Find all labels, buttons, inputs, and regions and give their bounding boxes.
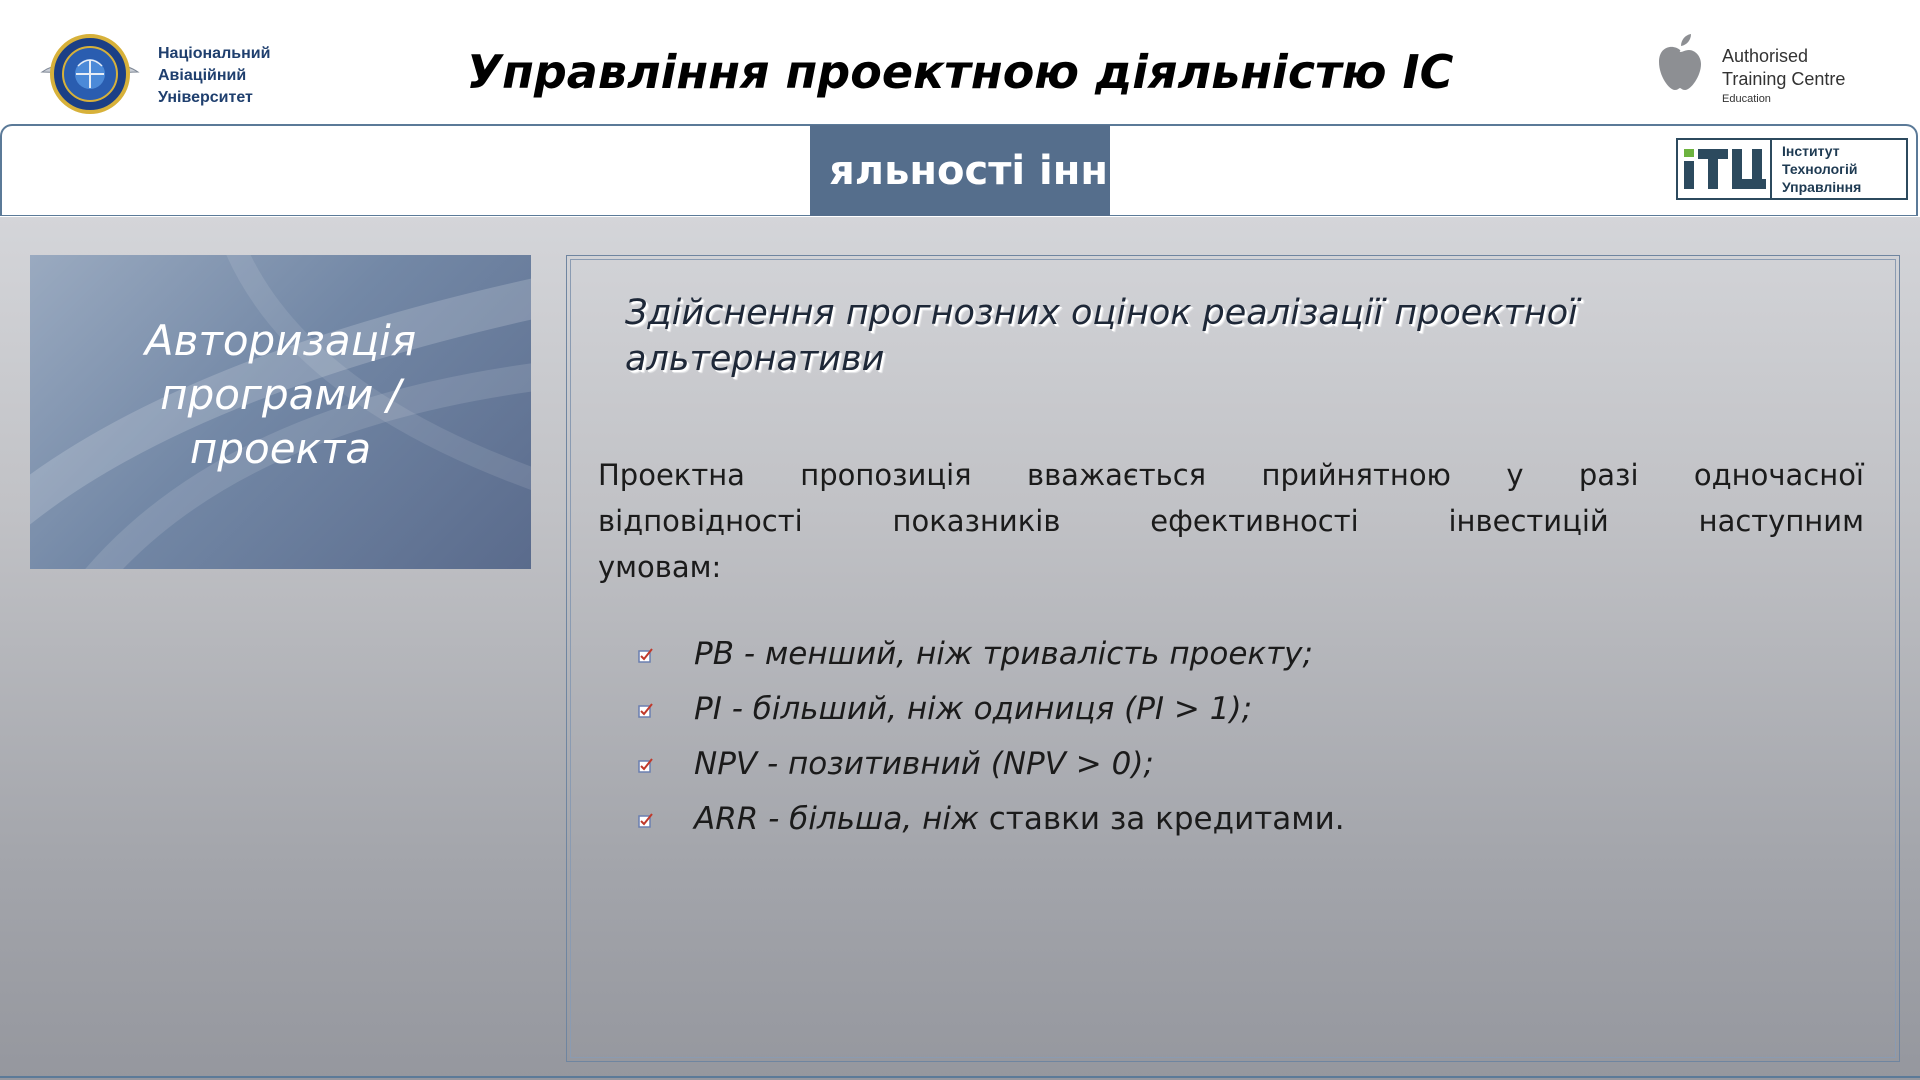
page-title: Управління проектною діяльністю ІС xyxy=(466,45,1454,99)
criterion-text: NPV - позитивний (NPV > 0); xyxy=(694,744,1154,784)
side-title-line: проекта xyxy=(189,424,372,473)
body-paragraph: Проектна пропозиція вважається прийнятно… xyxy=(598,452,1864,590)
marquee-box: яльності інн xyxy=(810,125,1110,216)
university-name-line: Університет xyxy=(158,89,253,106)
itu-label-line: Технологій xyxy=(1782,161,1858,177)
university-name-line: Національний xyxy=(158,45,271,62)
itu-label: Інститут Технологій Управління xyxy=(1782,142,1861,196)
itu-label-line: Управління xyxy=(1782,179,1862,195)
apple-icon xyxy=(1659,34,1701,90)
side-title-line: Авторизація xyxy=(144,316,417,365)
side-title: Авторизація програми / проекта xyxy=(30,314,531,476)
bottom-divider xyxy=(0,1076,1920,1078)
atc-line: Education xyxy=(1722,93,1771,105)
checkbox-checked-icon xyxy=(638,703,653,718)
side-title-line: програми / xyxy=(160,370,401,419)
university-name: Національний Авіаційний Університет xyxy=(158,43,270,109)
itu-divider xyxy=(1770,138,1772,200)
paragraph-line: Проектна пропозиція вважається прийнятно… xyxy=(598,458,1864,492)
university-name-line: Авіаційний xyxy=(158,67,247,84)
paragraph-line: відповідності показників ефективності ін… xyxy=(598,504,1864,538)
itu-logo-icon xyxy=(1680,141,1770,197)
atc-line: Training Centre xyxy=(1722,69,1846,89)
criterion-italic: NPV - позитивний (NPV > 0); xyxy=(694,746,1154,782)
paragraph-line: умовам: xyxy=(598,550,722,584)
section-heading-line: альтернативи xyxy=(625,339,885,379)
checkbox-checked-icon xyxy=(638,648,653,663)
nau-emblem-icon xyxy=(40,34,140,114)
criterion-italic: PI - більший, ніж одиниця (PI > 1); xyxy=(694,691,1253,727)
criterion-text: ARR - більша, ніж ставки за кредитами. xyxy=(694,799,1345,839)
criterion-italic: PB - менший, ніж тривалість проекту; xyxy=(694,636,1313,672)
authorised-training-centre: Authorised Training Centre Education xyxy=(1722,45,1845,107)
marquee-text: яльності інн xyxy=(829,148,1108,194)
checkbox-checked-icon xyxy=(638,758,653,773)
checkbox-checked-icon xyxy=(638,813,653,828)
itu-label-line: Інститут xyxy=(1782,143,1840,159)
atc-line: Authorised xyxy=(1722,46,1809,66)
section-heading-line: Здійснення прогнозних оцінок реалізації … xyxy=(625,293,1578,333)
section-heading: Здійснення прогнозних оцінок реалізації … xyxy=(625,290,1875,382)
criterion-text: PI - більший, ніж одиниця (PI > 1); xyxy=(694,689,1252,729)
criterion-italic: ARR - більша, ніж xyxy=(694,801,979,837)
criterion-text: PB - менший, ніж тривалість проекту; xyxy=(694,634,1313,674)
criterion-normal: ставки за кредитами. xyxy=(978,801,1345,837)
